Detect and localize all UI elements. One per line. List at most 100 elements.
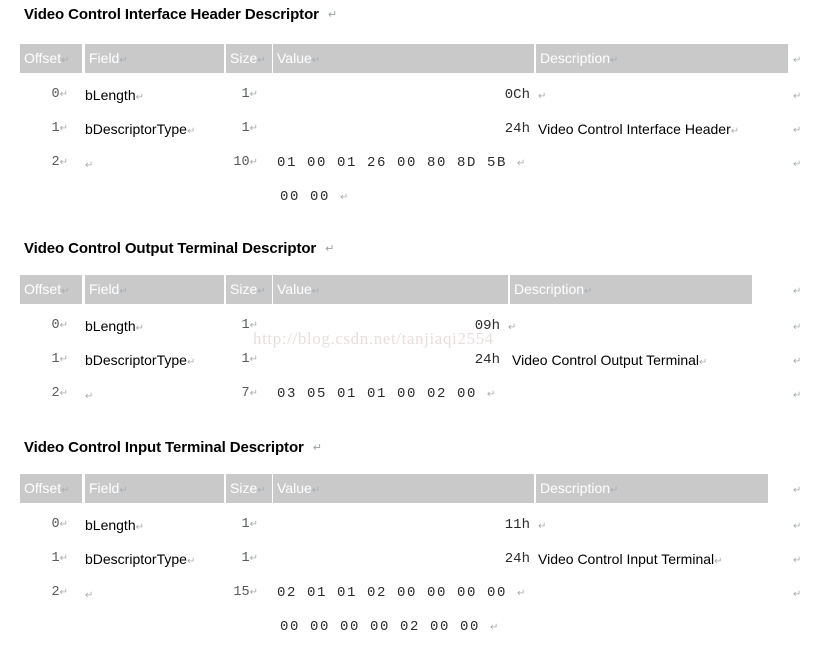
cell-field: bLength↵ xyxy=(85,508,144,545)
pilcrow-icon: ↵ xyxy=(135,522,144,533)
pilcrow-icon: ↵ xyxy=(85,391,94,402)
column-header-description: Description↵ xyxy=(536,474,768,503)
column-header-field: Field↵ xyxy=(85,44,224,73)
description-text: Video Control Interface Header xyxy=(538,121,731,137)
section-title-text: Video Control Input Terminal Descriptor xyxy=(24,439,304,456)
pilcrow-icon: ↵ xyxy=(249,354,258,365)
pilcrow-icon: ↵ xyxy=(584,286,593,297)
table-row: 00 00 ↵ xyxy=(0,180,834,214)
description-text: Video Control Input Terminal xyxy=(538,551,715,567)
offset-value: 2 xyxy=(51,386,60,401)
column-header-description: Description↵ xyxy=(536,44,788,73)
pilcrow-icon: ↵ xyxy=(249,157,258,168)
table-row: 2↵ ↵ 7↵ 03 05 01 01 00 02 00 ↵ ↵ xyxy=(0,377,834,411)
pilcrow-icon: ↵ xyxy=(793,356,802,367)
value-hex-bytes: 02 01 01 02 00 00 00 00 xyxy=(277,585,508,601)
column-header-size-label: Size xyxy=(230,50,258,66)
header-row-end-pilcrow: ↵ xyxy=(793,275,801,306)
table-row: 0↵ bLength↵ 1↵ 0Ch ↵ ↵ xyxy=(0,78,834,112)
pilcrow-icon: ↵ xyxy=(61,55,70,66)
column-header-description: Description↵ xyxy=(510,275,752,304)
pilcrow-icon: ↵ xyxy=(793,485,802,496)
offset-value: 0 xyxy=(51,318,60,333)
column-header-offset-label: Offset xyxy=(24,480,62,496)
pilcrow-icon: ↵ xyxy=(793,555,802,566)
value-hex: 0Ch xyxy=(504,87,530,103)
column-header-offset-label: Offset xyxy=(24,281,62,297)
column-header-description-label: Description xyxy=(540,50,611,66)
pilcrow-icon: ↵ xyxy=(793,589,802,600)
column-header-size-label: Size xyxy=(230,281,258,297)
section-title: Video Control Input Terminal Descriptor ↵ xyxy=(24,439,322,456)
column-header-value: Value↵ xyxy=(273,275,508,304)
row-end-pilcrow: ↵ xyxy=(793,112,801,148)
cell-offset: 0↵ xyxy=(20,78,69,112)
pilcrow-icon: ↵ xyxy=(186,357,196,368)
cell-field: bDescriptorType↵ xyxy=(85,112,195,149)
row-end-pilcrow: ↵ xyxy=(793,508,801,544)
table-header-row: Offset↵ Field↵ Size↵ Value↵ Description↵ ↵ xyxy=(0,275,834,304)
pilcrow-icon: ↵ xyxy=(119,286,128,297)
cell-field: bDescriptorType↵ xyxy=(85,542,195,579)
column-header-offset: Offset↵ xyxy=(20,44,82,73)
value-hex-bytes: 03 05 01 01 00 02 00 xyxy=(277,386,478,402)
pilcrow-icon: ↵ xyxy=(793,390,802,401)
size-value: 7 xyxy=(241,386,250,401)
table-row: 2↵ ↵ 15↵ 02 01 01 02 00 00 00 00 ↵ ↵ xyxy=(0,576,834,610)
row-end-pilcrow: ↵ xyxy=(793,78,801,114)
section-title-text: Video Control Interface Header Descripto… xyxy=(24,6,319,23)
offset-value: 2 xyxy=(51,155,60,170)
cell-value-hex: 03 05 01 01 00 02 00 ↵ xyxy=(277,377,497,412)
document-page: http://blog.csdn.net/tanjiaqi2554 Video … xyxy=(0,0,834,657)
field-name: bDescriptorType xyxy=(85,121,187,137)
cell-value: 09h xyxy=(380,309,500,343)
descriptor-section: Video Control Input Terminal Descriptor ↵… xyxy=(0,439,834,639)
pilcrow-icon: ↵ xyxy=(311,485,321,496)
size-value: 1 xyxy=(241,517,250,532)
column-header-offset-label: Offset xyxy=(24,50,62,66)
offset-value: 0 xyxy=(51,517,60,532)
value-pilcrow: ↵ xyxy=(508,309,516,345)
cell-field: bLength↵ xyxy=(85,309,144,346)
cell-offset: 2↵ xyxy=(20,576,69,610)
table-row: 2↵ ↵ 10↵ 01 00 01 26 00 80 8D 5B ↵ ↵ xyxy=(0,146,834,180)
column-header-description-label: Description xyxy=(514,281,585,297)
pilcrow-icon: ↵ xyxy=(249,320,258,331)
pilcrow-icon: ↵ xyxy=(249,553,258,564)
size-value: 1 xyxy=(241,87,250,102)
field-name: bLength xyxy=(85,517,136,533)
pilcrow-icon: ↵ xyxy=(59,587,68,598)
cell-size: 1↵ xyxy=(226,508,259,542)
pilcrow-icon: ↵ xyxy=(325,242,335,255)
descriptor-section: Video Control Output Terminal Descriptor… xyxy=(0,240,834,440)
cell-size: 15↵ xyxy=(226,576,258,610)
column-header-field-label: Field xyxy=(89,281,120,297)
value-hex: 24h xyxy=(474,352,500,368)
cell-value-hex: 02 01 01 02 00 00 00 00 ↵ xyxy=(277,576,527,611)
cell-description: Video Control Input Terminal↵ xyxy=(538,542,723,579)
cell-size: 1↵ xyxy=(226,542,259,576)
column-header-value-label: Value xyxy=(277,50,312,66)
table-row: 1↵ bDescriptorType↵ 1↵ 24h Video Control Int… xyxy=(0,112,834,146)
pilcrow-icon: ↵ xyxy=(186,556,196,567)
size-value: 1 xyxy=(241,121,250,136)
column-header-field: Field↵ xyxy=(85,275,224,304)
cell-value: 0Ch xyxy=(410,78,530,112)
size-value: 1 xyxy=(241,551,250,566)
pilcrow-icon: ↵ xyxy=(327,8,337,21)
row-end-pilcrow: ↵ xyxy=(793,146,801,182)
value-pilcrow: ↵ xyxy=(538,78,546,114)
section-title: Video Control Output Terminal Descriptor… xyxy=(24,240,334,257)
pilcrow-icon: ↵ xyxy=(793,286,802,297)
size-value: 1 xyxy=(241,318,250,333)
pilcrow-icon: ↵ xyxy=(610,55,619,66)
header-row-end-pilcrow: ↵ xyxy=(793,474,801,505)
pilcrow-icon: ↵ xyxy=(793,159,802,170)
column-header-field: Field↵ xyxy=(85,474,224,503)
pilcrow-icon: ↵ xyxy=(59,89,68,100)
table-header-row: Offset↵ Field↵ Size↵ Value↵ Description↵ ↵ xyxy=(0,474,834,503)
cell-value: 24h xyxy=(380,343,500,377)
cell-offset: 1↵ xyxy=(20,343,69,377)
column-header-offset: Offset↵ xyxy=(20,474,82,503)
pilcrow-icon: ↵ xyxy=(59,553,68,564)
